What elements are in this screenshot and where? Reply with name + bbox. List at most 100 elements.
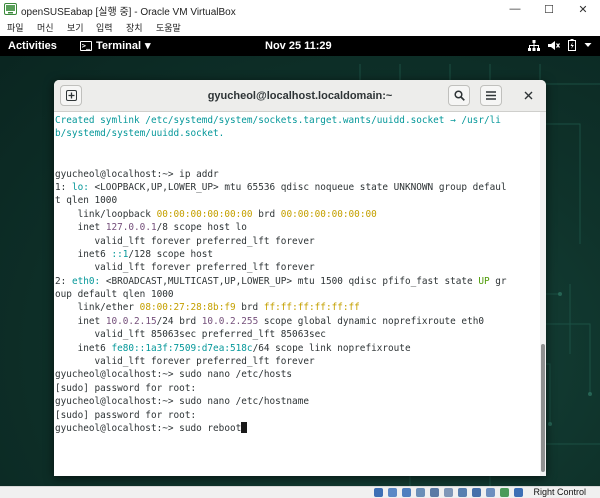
terminal-text: inet — [55, 222, 106, 234]
menu-help[interactable]: 도움말 — [156, 21, 181, 34]
terminal-line: gyucheol@localhost:~> sudo reboot — [55, 421, 540, 435]
terminal-text: fe80::1a3f:7509:d7ea:518c — [111, 342, 253, 354]
terminal-text: ::1 — [111, 248, 129, 260]
terminal-window-title: gyucheol@localhost.localdomain:~ — [207, 90, 393, 102]
terminal-line: link/ether 08:00:27:28:8b:f9 brd ff:ff:f… — [55, 301, 540, 314]
terminal-text: 10.0.2.15 — [105, 315, 157, 327]
terminal-line: gyucheol@localhost:~> sudo nano /etc/hos… — [55, 368, 540, 381]
guest-display[interactable]: Activities >_ Terminal ▾ Nov 25 11:29 gy… — [0, 36, 600, 486]
terminal-output[interactable]: Created symlink /etc/systemd/system/sock… — [54, 112, 540, 476]
maximize-icon: ☐ — [544, 3, 554, 16]
terminal-line: b/systemd/system/uuidd.socket. — [55, 127, 540, 140]
terminal-text: 2: — [55, 275, 72, 287]
terminal-text: eth0: — [71, 275, 101, 287]
close-icon — [524, 91, 532, 100]
terminal-text: t qlen 1000 — [55, 195, 118, 207]
battery-icon — [568, 39, 576, 51]
terminal-text: lo: — [71, 181, 89, 193]
display-icon[interactable] — [458, 488, 467, 497]
terminal-window[interactable]: gyucheol@localhost.localdomain:~ Created… — [54, 80, 546, 476]
terminal-text: valid_lft forever preferred_lft forever — [55, 262, 315, 274]
close-button[interactable]: ✕ — [566, 0, 600, 18]
terminal-text: 00:00:00:00:00:00 — [280, 208, 377, 220]
terminal-text: 127.0.0.1 — [105, 222, 157, 234]
terminal-text: inet6 — [55, 248, 112, 260]
network-adapter-icon[interactable] — [416, 488, 425, 497]
maximize-button[interactable]: ☐ — [532, 0, 566, 18]
menu-view[interactable]: 보기 — [67, 21, 84, 34]
terminal-text: /24 brd — [156, 315, 202, 327]
terminal-close-button[interactable] — [517, 85, 539, 106]
terminal-line: [sudo] password for root: — [55, 409, 540, 422]
terminal-line: oup default qlen 1000 — [55, 288, 540, 301]
terminal-text: brd — [235, 302, 264, 314]
terminal-line: 1: lo: <LOOPBACK,UP,LOWER_UP> mtu 65536 … — [55, 181, 540, 194]
terminal-line: valid_lft 85063sec preferred_lft 85063se… — [55, 328, 540, 341]
terminal-text: /64 scope link noprefixroute — [252, 342, 411, 354]
terminal-line: valid_lft forever preferred_lft forever — [55, 235, 540, 248]
terminal-text: <LOOPBACK,UP,LOWER_UP> mtu 65536 qdisc n… — [88, 181, 507, 193]
clock-button[interactable]: Nov 25 11:29 — [265, 40, 332, 52]
terminal-header-bar[interactable]: gyucheol@localhost.localdomain:~ — [54, 80, 546, 112]
app-menu-button[interactable]: >_ Terminal ▾ — [80, 39, 151, 52]
terminal-line: link/loopback 00:00:00:00:00:00 brd 00:0… — [55, 208, 540, 221]
terminal-text: /8 scope host lo — [156, 222, 247, 234]
shared-folders-icon[interactable] — [444, 488, 453, 497]
terminal-line: gyucheol@localhost:~> sudo nano /etc/hos… — [55, 395, 540, 408]
close-icon: ✕ — [578, 3, 588, 16]
menu-file[interactable]: 파일 — [7, 21, 24, 34]
terminal-line: [sudo] password for root: — [55, 382, 540, 395]
terminal-text: 00:00:00:00:00:00 — [156, 208, 253, 220]
menu-input[interactable]: 입력 — [96, 21, 113, 34]
hamburger-menu-icon — [486, 91, 496, 100]
minimize-icon: — — [509, 3, 521, 15]
app-menu-label: Terminal — [96, 39, 142, 52]
terminal-text: scope global dynamic noprefixroute eth0 — [258, 315, 485, 327]
terminal-text: 1: — [55, 181, 72, 193]
terminal-scrollbar[interactable] — [540, 112, 546, 476]
terminal-text: 10.0.2.255 — [201, 315, 259, 327]
terminal-line: 2: eth0: <BROADCAST,MULTICAST,UP,LOWER_U… — [55, 275, 540, 288]
vbox-menu-bar: 파일 머신 보기 입력 장치 도움말 — [0, 18, 600, 36]
search-button[interactable] — [448, 85, 470, 106]
terminal-text: valid_lft 85063sec preferred_lft 85063se… — [55, 329, 326, 341]
hamburger-menu-button[interactable] — [480, 85, 502, 106]
terminal-text: valid_lft forever preferred_lft forever — [55, 235, 315, 247]
hard-disk-icon[interactable] — [374, 488, 383, 497]
terminal-line: inet 10.0.2.15/24 brd 10.0.2.255 scope g… — [55, 315, 540, 328]
video-capture-icon[interactable] — [472, 488, 481, 497]
terminal-cursor — [241, 421, 247, 433]
terminal-text: link/ether — [55, 302, 140, 314]
scrollbar-thumb[interactable] — [541, 344, 545, 472]
terminal-text: gyucheol@localhost:~> ip addr — [55, 168, 219, 180]
mouse-integration-icon[interactable] — [500, 488, 509, 497]
network-icon — [528, 39, 540, 51]
terminal-text: /128 scope host — [128, 248, 214, 260]
vbox-title-bar: openSUSEabap [실행 중] - Oracle VM VirtualB… — [0, 0, 600, 18]
menu-machine[interactable]: 머신 — [37, 21, 54, 34]
host-key-indicator: Right Control — [533, 487, 586, 497]
keyboard-icon[interactable] — [514, 488, 523, 497]
vbox-window-title: openSUSEabap [실행 중] - Oracle VM VirtualB… — [21, 7, 236, 18]
activities-button[interactable]: Activities — [8, 40, 57, 52]
menu-devices[interactable]: 장치 — [126, 21, 143, 34]
terminal-text: gyucheol@localhost:~> sudo reboot — [55, 422, 242, 434]
terminal-text: Created symlink /etc/systemd/system/sock… — [55, 115, 501, 126]
audio-icon[interactable] — [402, 488, 411, 497]
terminal-text: valid_lft forever preferred_lft forever — [55, 356, 315, 368]
terminal-line: valid_lft forever preferred_lft forever — [55, 261, 540, 274]
optical-drive-icon[interactable] — [388, 488, 397, 497]
system-status-area[interactable] — [528, 39, 592, 51]
terminal-text: oup default qlen 1000 — [55, 289, 174, 301]
terminal-text: inet — [55, 315, 106, 327]
terminal-text: <BROADCAST,MULTICAST,UP,LOWER_UP> mtu 15… — [100, 275, 479, 287]
usb-icon[interactable] — [430, 488, 439, 497]
minimize-button[interactable]: — — [498, 0, 532, 18]
terminal-line: valid_lft forever preferred_lft forever — [55, 355, 540, 368]
terminal-line: gyucheol@localhost:~> ip addr — [55, 168, 540, 181]
terminal-text: UP — [478, 275, 490, 287]
terminal-text: [sudo] password for root: — [55, 382, 197, 394]
gnome-top-bar: Activities >_ Terminal ▾ Nov 25 11:29 — [0, 36, 600, 56]
terminal-line: inet 127.0.0.1/8 scope host lo — [55, 221, 540, 234]
cpu-icon[interactable] — [486, 488, 495, 497]
